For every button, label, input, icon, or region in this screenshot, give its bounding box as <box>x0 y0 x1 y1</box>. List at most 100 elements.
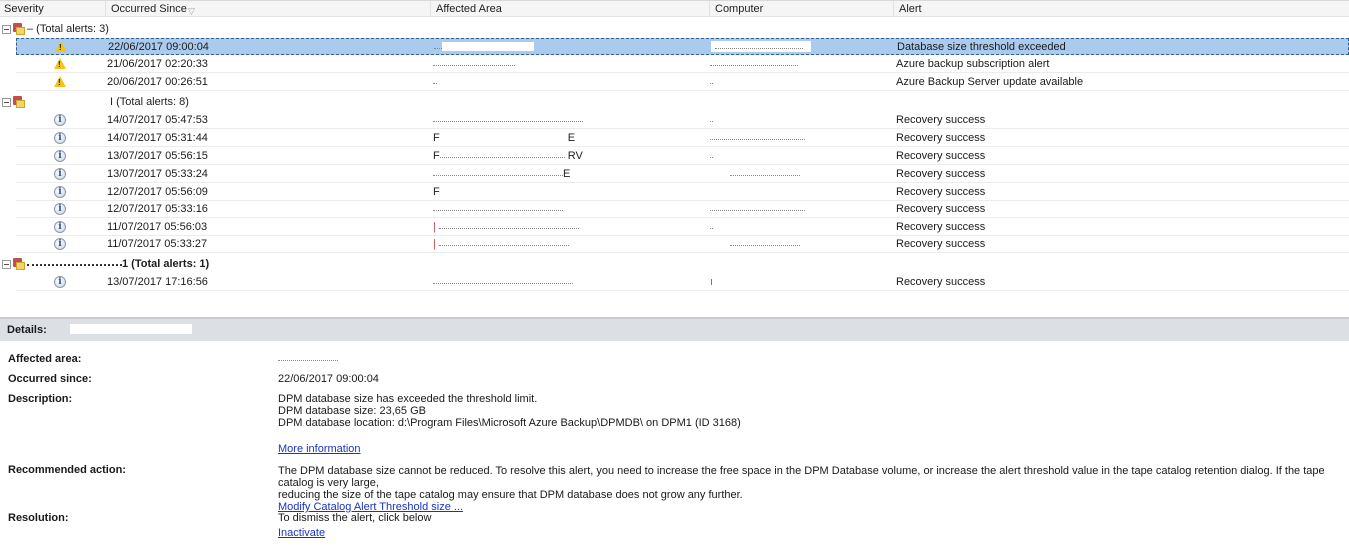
info-icon: i <box>54 168 66 180</box>
alert-row[interactable]: i 13/07/2017 17:16:56 ı Recovery success <box>16 274 1349 291</box>
occurred-since-cell: 13/07/2017 05:56:15 <box>107 150 208 162</box>
info-icon: i <box>54 186 66 198</box>
description-line: DPM database location: d:\Program Files\… <box>278 417 741 429</box>
folder-group-icon <box>13 258 25 270</box>
inactivate-link[interactable]: Inactivate <box>278 527 325 539</box>
alert-cell: Database size threshold exceeded <box>897 41 1066 53</box>
resolution-label: Resolution: <box>8 512 69 524</box>
alert-row[interactable]: i 12/07/2017 05:33:16 Recovery success <box>16 201 1349 218</box>
affected-area-cell: | <box>433 219 703 235</box>
sort-descending-icon: ▽ <box>188 6 195 16</box>
alert-cell: Recovery success <box>896 132 986 144</box>
alert-row[interactable]: i 14/07/2017 05:47:53 Recovery success <box>16 112 1349 129</box>
occurred-since-cell: 20/06/2017 00:26:51 <box>107 76 208 88</box>
details-header: Details: <box>0 319 1349 341</box>
alert-cell: Recovery success <box>896 168 986 180</box>
computer-cell <box>710 56 890 72</box>
alert-row[interactable]: 20/06/2017 00:26:51 Azure Backup Server … <box>16 74 1349 91</box>
alert-row[interactable]: 21/06/2017 02:20:33 Azure backup subscri… <box>16 56 1349 73</box>
occurred-since-cell: 13/07/2017 05:33:24 <box>107 168 208 180</box>
info-icon: i <box>54 238 66 250</box>
info-icon: i <box>54 150 66 162</box>
group-label: 1 (Total alerts: 1) <box>27 254 209 274</box>
alert-cell: Recovery success <box>896 186 986 198</box>
grid-header: Severity Occurred Since ▽ Affected Area … <box>0 0 1349 17</box>
computer-cell <box>710 184 890 200</box>
alert-row[interactable]: i 14/07/2017 05:31:44 FE Recovery succes… <box>16 130 1349 147</box>
alert-row[interactable]: i 12/07/2017 05:56:09 F Recovery success <box>16 184 1349 201</box>
more-information-link[interactable]: More information <box>278 443 361 455</box>
occurred-since-cell: 12/07/2017 05:56:09 <box>107 186 208 198</box>
warning-icon <box>54 76 66 88</box>
column-header-occurred-since[interactable]: Occurred Since ▽ <box>106 1 431 17</box>
description-value: DPM database size has exceeded the thres… <box>278 393 1343 429</box>
affected-area-cell <box>433 112 703 128</box>
alert-group[interactable]: – (Total alerts: 3) <box>0 19 1349 39</box>
description-line: DPM database size has exceeded the thres… <box>278 393 538 405</box>
alert-cell: Recovery success <box>896 276 986 288</box>
alert-group[interactable]: I (Total alerts: 8) <box>0 92 1349 112</box>
column-header-computer[interactable]: Computer <box>710 1 894 17</box>
alert-group[interactable]: 1 (Total alerts: 1) <box>0 254 1349 274</box>
computer-cell <box>710 201 890 217</box>
resolution-value: To dismiss the alert, click below Inacti… <box>278 512 1343 539</box>
alert-row[interactable]: i 11/07/2017 05:33:27 | Recovery success <box>16 236 1349 253</box>
alert-row[interactable]: 22/06/2017 09:00:04 Database size thresh… <box>16 38 1349 55</box>
computer-cell <box>710 166 890 182</box>
computer-cell: ı <box>710 276 714 288</box>
affected-area-cell: | <box>433 236 703 252</box>
affected-area-cell: FE <box>433 132 576 144</box>
alert-row[interactable]: i 13/07/2017 05:56:15 F RV Recovery succ… <box>16 148 1349 165</box>
affected-area-cell <box>433 274 703 290</box>
affected-area-cell <box>433 201 703 217</box>
recommended-action-value: The DPM database size cannot be reduced.… <box>278 465 1343 513</box>
column-header-occurred-since-label: Occurred Since <box>111 3 187 15</box>
affected-area-cell: E <box>433 166 703 182</box>
occurred-since-cell: 12/07/2017 05:33:16 <box>107 203 208 215</box>
computer-cell <box>710 74 890 90</box>
computer-cell <box>711 39 891 55</box>
computer-cell <box>710 130 890 146</box>
warning-icon <box>55 41 67 53</box>
column-header-affected-area-label: Affected Area <box>436 3 502 15</box>
occurred-since-label: Occurred since: <box>8 373 92 385</box>
affected-area-value <box>278 353 1343 365</box>
info-icon: i <box>54 203 66 215</box>
occurred-since-cell: 11/07/2017 05:33:27 <box>107 238 208 250</box>
alert-cell: Recovery success <box>896 203 986 215</box>
collapse-toggle-icon[interactable] <box>2 25 11 34</box>
alert-row[interactable]: i 11/07/2017 05:56:03 | Recovery success <box>16 219 1349 236</box>
computer-cell <box>710 148 890 164</box>
warning-icon <box>54 58 66 70</box>
affected-area-cell: F <box>433 186 440 198</box>
collapse-toggle-icon[interactable] <box>2 98 11 107</box>
folder-group-icon <box>13 96 25 108</box>
description-line: DPM database size: 23,65 GB <box>278 405 426 417</box>
occurred-since-cell: 14/07/2017 05:47:53 <box>107 114 208 126</box>
computer-cell <box>710 236 890 252</box>
occurred-since-cell: 14/07/2017 05:31:44 <box>107 132 208 144</box>
alert-cell: Recovery success <box>896 238 986 250</box>
alert-cell: Azure backup subscription alert <box>896 58 1050 70</box>
column-header-computer-label: Computer <box>715 3 764 15</box>
details-alert-name <box>70 324 192 334</box>
info-icon: i <box>54 114 66 126</box>
alert-cell: Azure Backup Server update available <box>896 76 1084 88</box>
resolution-text: To dismiss the alert, click below <box>278 512 432 524</box>
info-icon: i <box>54 276 66 288</box>
column-header-severity[interactable]: Severity <box>0 1 106 17</box>
info-icon: i <box>54 132 66 144</box>
recommended-action-line: reducing the size of the tape catalog ma… <box>278 489 743 501</box>
affected-area-cell <box>434 39 704 55</box>
occurred-since-cell: 22/06/2017 09:00:04 <box>108 41 209 53</box>
alert-cell: Recovery success <box>896 150 986 162</box>
collapse-toggle-icon[interactable] <box>2 260 11 269</box>
group-label: I (Total alerts: 8) <box>110 96 189 108</box>
description-label: Description: <box>8 393 73 405</box>
column-header-affected-area[interactable]: Affected Area <box>431 1 710 17</box>
recommended-action-line: The DPM database size cannot be reduced.… <box>278 465 1325 489</box>
column-header-alert[interactable]: Alert <box>894 1 1349 17</box>
affected-area-cell <box>433 74 703 90</box>
column-header-alert-label: Alert <box>899 3 922 15</box>
alert-row[interactable]: i 13/07/2017 05:33:24 E Recovery success <box>16 166 1349 183</box>
